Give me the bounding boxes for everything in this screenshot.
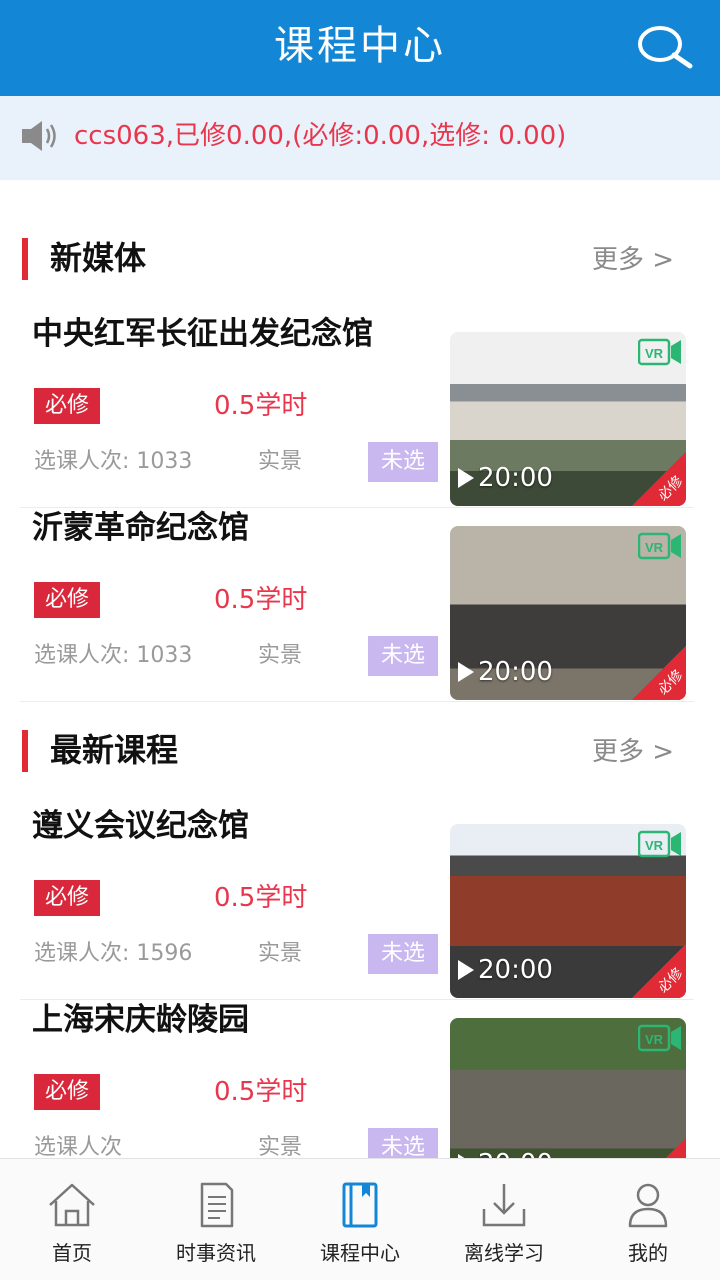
svg-text:VR: VR	[645, 346, 664, 361]
section-marker	[22, 238, 28, 280]
news-icon	[200, 1182, 234, 1228]
search-button[interactable]	[632, 20, 696, 76]
course-list-scroll[interactable]: 新媒体 更多 > 中央红军长征出发纪念馆 必修 0.5学时 选课人次: 1033…	[0, 180, 720, 1158]
section-title: 最新课程	[50, 731, 179, 769]
vr-icon: VR	[638, 532, 681, 560]
required-badge: 必修	[34, 1074, 100, 1110]
video-duration: 20:00	[458, 954, 553, 986]
course-thumbnail[interactable]: VR 20:00 必修	[450, 332, 686, 506]
course-card[interactable]: 沂蒙革命纪念馆 必修 0.5学时 选课人次: 1033 实景 未选 VR 20:…	[0, 506, 720, 702]
course-type: 实景	[258, 1135, 303, 1158]
course-title: 沂蒙革命纪念馆	[32, 510, 249, 546]
section-title: 新媒体	[50, 239, 147, 277]
enroll-count: 选课人次	[34, 1135, 123, 1158]
credit-hours: 0.5学时	[214, 883, 308, 913]
app-header: 课程中心	[0, 0, 720, 96]
video-duration: 20:00	[458, 462, 553, 494]
user-icon	[628, 1183, 668, 1228]
tab-offline-study[interactable]: 离线学习	[432, 1159, 576, 1280]
book-icon	[342, 1182, 378, 1228]
course-type: 实景	[258, 643, 303, 668]
enroll-count: 选课人次: 1033	[34, 449, 193, 474]
svg-text:VR: VR	[645, 540, 664, 555]
course-thumbnail[interactable]: VR 20:00 必修	[450, 526, 686, 700]
course-type: 实景	[258, 449, 303, 474]
course-type: 实景	[258, 941, 303, 966]
svg-text:VR: VR	[645, 1032, 664, 1047]
credit-hours: 0.5学时	[214, 391, 308, 421]
more-link[interactable]: 更多 >	[592, 732, 674, 772]
notice-bar: ccs063,已修0.00,(必修:0.00,选修: 0.00)	[0, 96, 720, 180]
tab-label: 离线学习	[464, 1241, 544, 1265]
course-card[interactable]: 遵义会议纪念馆 必修 0.5学时 选课人次: 1596 实景 未选 VR 20:…	[0, 804, 720, 1000]
select-status-button[interactable]: 未选	[368, 442, 438, 482]
enroll-count: 选课人次: 1596	[34, 941, 193, 966]
section-header-latest-courses: 最新课程 更多 >	[0, 728, 720, 778]
play-icon	[458, 960, 474, 980]
course-title: 上海宋庆龄陵园	[32, 1002, 249, 1038]
required-badge: 必修	[34, 388, 100, 424]
select-status-button[interactable]: 未选	[368, 934, 438, 974]
svg-text:VR: VR	[645, 838, 664, 853]
credit-hours: 0.5学时	[214, 1077, 308, 1107]
study-credit-summary: ccs063,已修0.00,(必修:0.00,选修: 0.00)	[74, 121, 567, 151]
enroll-count: 选课人次: 1033	[34, 643, 193, 668]
speaker-icon	[22, 121, 56, 151]
tab-label: 课程中心	[320, 1241, 400, 1265]
tab-label: 时事资讯	[176, 1241, 256, 1265]
tab-label: 我的	[628, 1241, 668, 1265]
tab-label: 首页	[52, 1241, 92, 1265]
select-status-button[interactable]: 未选	[368, 1128, 438, 1158]
vr-icon: VR	[638, 830, 681, 858]
tab-course-center[interactable]: 课程中心	[288, 1159, 432, 1280]
video-duration: 20:00	[458, 656, 553, 688]
select-status-button[interactable]: 未选	[368, 636, 438, 676]
divider	[20, 701, 694, 702]
search-icon	[638, 26, 693, 69]
course-title: 中央红军长征出发纪念馆	[32, 316, 373, 352]
duration-text: 20:00	[478, 657, 553, 687]
section-marker	[22, 730, 28, 772]
vr-icon: VR	[638, 338, 681, 366]
tab-news[interactable]: 时事资讯	[144, 1159, 288, 1280]
section-header-new-media: 新媒体 更多 >	[0, 236, 720, 286]
duration-text: 20:00	[478, 1148, 553, 1158]
required-badge: 必修	[34, 582, 100, 618]
page-title: 课程中心	[274, 23, 446, 69]
tab-home[interactable]: 首页	[0, 1159, 144, 1280]
more-link[interactable]: 更多 >	[592, 240, 674, 280]
course-card[interactable]: 上海宋庆龄陵园 必修 0.5学时 选课人次 实景 未选 VR 20:00 必修	[0, 998, 720, 1158]
duration-text: 20:00	[478, 463, 553, 493]
home-icon	[49, 1183, 95, 1227]
credit-hours: 0.5学时	[214, 585, 308, 615]
vr-icon: VR	[638, 1024, 681, 1052]
course-thumbnail[interactable]: VR 20:00 必修	[450, 1018, 686, 1158]
required-corner-ribbon	[632, 1138, 686, 1158]
course-card[interactable]: 中央红军长征出发纪念馆 必修 0.5学时 选课人次: 1033 实景 未选 VR…	[0, 312, 720, 508]
play-icon	[458, 468, 474, 488]
play-icon	[458, 662, 474, 682]
bottom-tab-bar: 首页 时事资讯 课程中心 离线学习 我的	[0, 1158, 720, 1280]
video-duration: 20:00	[458, 1148, 553, 1158]
required-badge: 必修	[34, 880, 100, 916]
course-thumbnail[interactable]: VR 20:00 必修	[450, 824, 686, 998]
download-icon	[482, 1184, 526, 1227]
tab-profile[interactable]: 我的	[576, 1159, 720, 1280]
duration-text: 20:00	[478, 955, 553, 985]
course-title: 遵义会议纪念馆	[32, 808, 249, 844]
